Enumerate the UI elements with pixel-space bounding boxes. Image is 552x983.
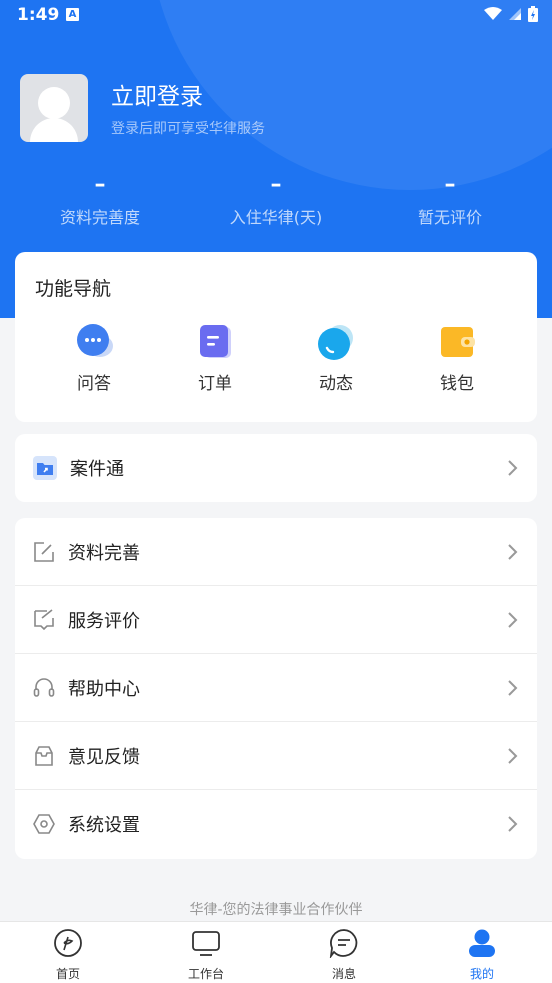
tab-mine[interactable]: 我的 [442, 928, 522, 982]
nav-item-wallet[interactable]: 钱包 [412, 324, 502, 394]
chevron-right-icon [508, 748, 518, 764]
monitor-icon [192, 931, 220, 956]
nav-item-label: 钱包 [440, 374, 474, 394]
stat-label: 入住华律(天) [229, 208, 323, 227]
tab-workbench[interactable]: 工作台 [166, 928, 246, 982]
avatar[interactable] [20, 74, 88, 142]
menu-row-system-settings[interactable]: 系统设置 [15, 790, 537, 858]
login-subtitle: 登录后即可享受华律服务 [111, 121, 265, 137]
nav-item-label: 动态 [319, 374, 353, 394]
menu-row-case[interactable]: 案件通 [15, 434, 537, 502]
login-title[interactable]: 立即登录 [111, 77, 203, 111]
stat-days-joined: – 入住华律(天) [186, 172, 366, 228]
nav-item-label: 问答 [77, 374, 111, 394]
headset-icon [33, 678, 55, 697]
menu-row-profile-completion[interactable]: 资料完善 [15, 518, 537, 586]
message-icon [329, 929, 358, 960]
stat-value: – [444, 172, 456, 197]
inbox-icon [35, 746, 53, 766]
status-bar: 1:49 A [0, 0, 552, 32]
profile-header[interactable]: 立即登录 登录后即可享受华律服务 [20, 74, 540, 144]
chevron-right-icon [508, 612, 518, 628]
tab-label: 工作台 [187, 967, 224, 981]
tab-home[interactable]: 首页 [28, 928, 108, 982]
menu-row-label: 服务评价 [68, 611, 140, 632]
menu-row-label: 帮助中心 [68, 679, 140, 700]
menu-row-label: 案件通 [70, 459, 124, 480]
status-time: 1:49 [17, 5, 60, 25]
tab-label: 消息 [331, 967, 356, 981]
stat-value: – [270, 172, 282, 197]
nav-item-label: 订单 [198, 374, 232, 394]
stat-label: 暂无评价 [417, 208, 482, 227]
case-card: 案件通 [15, 434, 537, 502]
menu-row-label: 资料完善 [68, 543, 140, 564]
stats-row: – 资料完善度 – 入住华律(天) – 暂无评价 [0, 172, 552, 232]
wifi-icon [484, 7, 502, 20]
menu-row-label: 系统设置 [68, 815, 140, 836]
nav-item-moments[interactable]: 动态 [291, 324, 381, 394]
notification-badge-icon: A [66, 8, 79, 21]
chevron-right-icon [508, 544, 518, 560]
chevron-right-icon [508, 680, 518, 696]
wallet-icon [439, 324, 475, 360]
chevron-right-icon [508, 816, 518, 832]
stat-value: – [94, 172, 106, 197]
stat-profile-completion: – 资料完善度 [10, 172, 190, 228]
folder-icon [33, 456, 57, 480]
battery-icon [528, 6, 538, 22]
tab-label: 首页 [55, 967, 80, 981]
tab-messages[interactable]: 消息 [304, 928, 384, 982]
profile-icon [469, 929, 495, 957]
menu-row-help-center[interactable]: 帮助中心 [15, 654, 537, 722]
tab-label: 我的 [469, 967, 494, 981]
menu-row-feedback[interactable]: 意见反馈 [15, 722, 537, 790]
menu-row-service-rating[interactable]: 服务评价 [15, 586, 537, 654]
nav-title: 功能导航 [35, 278, 112, 300]
settings-icon [33, 814, 55, 834]
edit-icon [34, 542, 54, 562]
chat-bubble-icon [76, 324, 113, 360]
settings-menu-card: 资料完善 服务评价 帮助中心 意见反馈 系统设置 [15, 518, 537, 859]
order-doc-icon [197, 324, 233, 360]
stat-rating: – 暂无评价 [360, 172, 540, 228]
moments-icon [318, 324, 354, 360]
slogan: 华律-您的法律事业合作伙伴 [189, 902, 363, 918]
chevron-right-icon [508, 460, 518, 476]
nav-item-orders[interactable]: 订单 [170, 324, 260, 394]
menu-row-label: 意见反馈 [68, 747, 140, 768]
home-icon [54, 929, 82, 957]
function-nav-card: 功能导航 问答 订单 动态 钱包 [15, 252, 537, 422]
nav-item-qa[interactable]: 问答 [49, 324, 139, 394]
signal-icon [509, 8, 521, 20]
stat-label: 资料完善度 [59, 208, 140, 227]
bottom-tab-bar: 首页 工作台 消息 我的 [0, 921, 552, 983]
rate-icon [34, 609, 54, 631]
